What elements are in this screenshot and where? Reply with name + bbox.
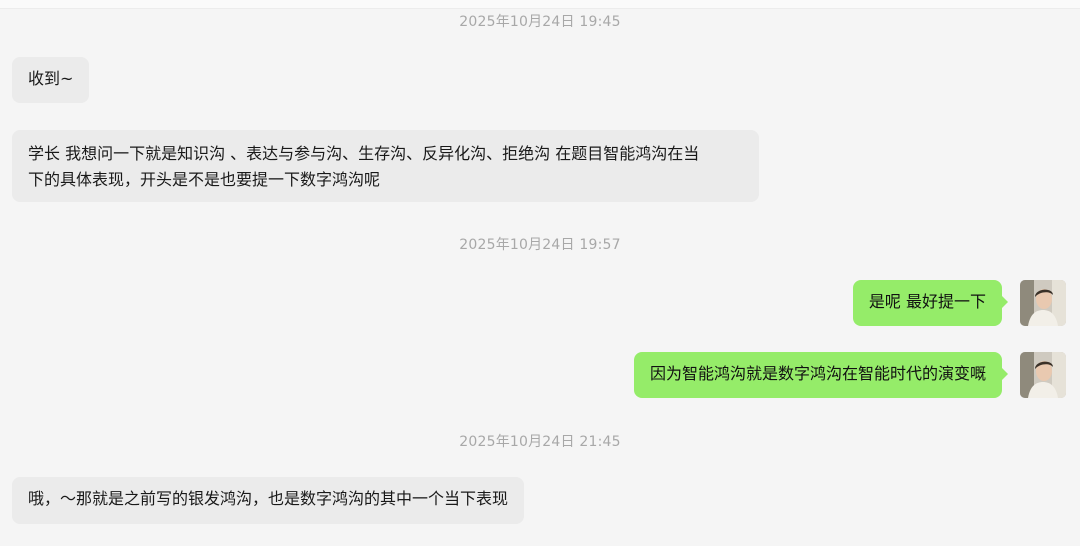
window-top-edge (0, 0, 1080, 9)
message-text-line: 下的具体表现，开头是不是也要提一下数字鸿沟呢 (28, 170, 381, 189)
incoming-message-bubble[interactable]: 学长 我想问一下就是知识沟 、表达与参与沟、生存沟、反异化沟、拒绝沟 在题目智能… (12, 130, 759, 202)
message-timestamp: 2025年10月24日 19:57 (459, 237, 621, 253)
message-text: 哦，～那就是之前写的银发鸿沟，也是数字鸿沟的其中一个当下表现 (28, 489, 509, 508)
message-text: 收到~ (28, 69, 74, 88)
message-text-line: 学长 我想问一下就是知识沟 、表达与参与沟、生存沟、反异化沟、拒绝沟 在题目智能… (28, 144, 700, 163)
avatar-photo-icon (1020, 280, 1066, 326)
incoming-message-bubble[interactable]: 哦，～那就是之前写的银发鸿沟，也是数字鸿沟的其中一个当下表现 (12, 477, 525, 524)
user-avatar[interactable] (1020, 280, 1066, 326)
message-timestamp: 2025年10月24日 21:45 (459, 434, 621, 450)
outgoing-message-bubble[interactable]: 因为智能鸿沟就是数字鸿沟在智能时代的演变嘅 (633, 352, 1009, 398)
avatar-photo-icon (1020, 352, 1066, 398)
outgoing-message-bubble[interactable]: 是呢 最好提一下 (852, 280, 1009, 326)
user-avatar[interactable] (1020, 352, 1066, 398)
incoming-message-bubble[interactable]: 收到~ (12, 57, 90, 103)
message-text: 因为智能鸿沟就是数字鸿沟在智能时代的演变嘅 (649, 364, 986, 383)
message-timestamp: 2025年10月24日 19:45 (459, 14, 621, 30)
message-text: 是呢 最好提一下 (868, 292, 986, 311)
